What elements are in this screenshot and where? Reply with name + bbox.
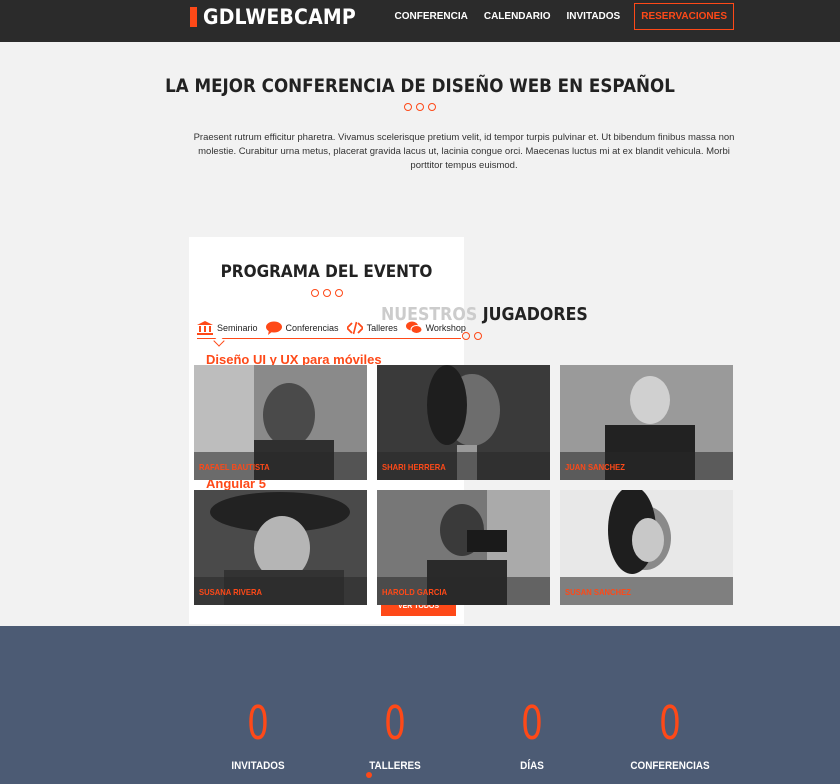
- stats-section: 0 INVITADOS 0 TALLERES 0 DÍAS 0 CONFEREN…: [0, 626, 840, 784]
- stat-conferencias-value: 0: [659, 696, 681, 750]
- stat-talleres-label: TALLERES: [369, 760, 421, 772]
- university-icon: [197, 320, 213, 335]
- top-bar: GDLWEBCAMP CONFERENCIA CALENDARIO INVITA…: [0, 0, 840, 42]
- players-title-ghost: NUESTROS: [381, 304, 478, 325]
- tab-seminario[interactable]: Seminario: [197, 320, 258, 335]
- tab-label: Seminario: [217, 322, 258, 333]
- nav-invitados[interactable]: INVITADOS: [567, 11, 621, 22]
- divider-dot: [416, 103, 424, 111]
- player-name: HAROLD GARCIA: [382, 587, 448, 597]
- player-name: SUSAN SANCHEZ: [565, 587, 631, 597]
- divider-dot: [310, 289, 319, 297]
- main-nav: CONFERENCIA CALENDARIO INVITADOS RESERVA…: [379, 3, 734, 30]
- player-card[interactable]: JUAN SANCHEZ: [560, 365, 733, 480]
- player-name: JUAN SANCHEZ: [565, 462, 625, 472]
- player-card[interactable]: SHARI HERRERA: [377, 365, 550, 480]
- player-card[interactable]: SUSAN SANCHEZ: [560, 490, 733, 605]
- player-card[interactable]: RAFAEL BAUTISTA: [194, 365, 367, 480]
- divider-dot: [404, 103, 412, 111]
- intro-divider-dots: [0, 103, 840, 111]
- stat-dias-label: DÍAS: [520, 760, 544, 772]
- player-name: SHARI HERRERA: [382, 462, 446, 472]
- divider-dot: [428, 103, 436, 111]
- divider-dot: [322, 289, 331, 297]
- stat-invitados-label: INVITADOS: [231, 760, 285, 772]
- stat-invitados-value: 0: [247, 696, 269, 750]
- stat-dias-value: 0: [521, 696, 543, 750]
- nav-calendario[interactable]: CALENDARIO: [484, 11, 551, 22]
- reservaciones-button[interactable]: RESERVACIONES: [634, 3, 734, 30]
- cursor-dot: [366, 772, 372, 778]
- logo[interactable]: GDLWEBCAMP: [190, 5, 373, 29]
- stat-conferencias-label: CONFERENCIAS: [630, 760, 710, 772]
- divider-dot: [462, 332, 470, 340]
- players-title: NUESTROS JUGADORES: [381, 304, 588, 325]
- player-name: RAFAEL BAUTISTA: [199, 462, 270, 472]
- player-card[interactable]: SUSANA RIVERA: [194, 490, 367, 605]
- nav-conferencia[interactable]: CONFERENCIA: [395, 11, 468, 22]
- logo-mark: [190, 7, 197, 27]
- divider-dot: [334, 289, 343, 297]
- players-divider-dots: [462, 332, 482, 340]
- player-card[interactable]: HAROLD GARCIA: [377, 490, 550, 605]
- comment-icon: [265, 321, 282, 335]
- logo-text: GDLWEBCAMP: [203, 5, 356, 29]
- code-icon: [346, 321, 363, 334]
- divider-dot: [474, 332, 482, 340]
- program-divider-dots: [189, 289, 464, 297]
- tab-label: Conferencias: [285, 322, 339, 333]
- tab-conferencias[interactable]: Conferencias: [265, 321, 339, 335]
- intro-text: Praesent rutrum efficitur pharetra. Viva…: [193, 132, 735, 171]
- players-title-rest: JUGADORES: [477, 304, 588, 325]
- intro-title: LA MEJOR CONFERENCIA DE DISEÑO WEB EN ES…: [165, 75, 675, 97]
- program-title: PROGRAMA DEL EVENTO: [220, 262, 433, 282]
- player-name: SUSANA RIVERA: [199, 587, 263, 597]
- stat-talleres-value: 0: [384, 696, 406, 750]
